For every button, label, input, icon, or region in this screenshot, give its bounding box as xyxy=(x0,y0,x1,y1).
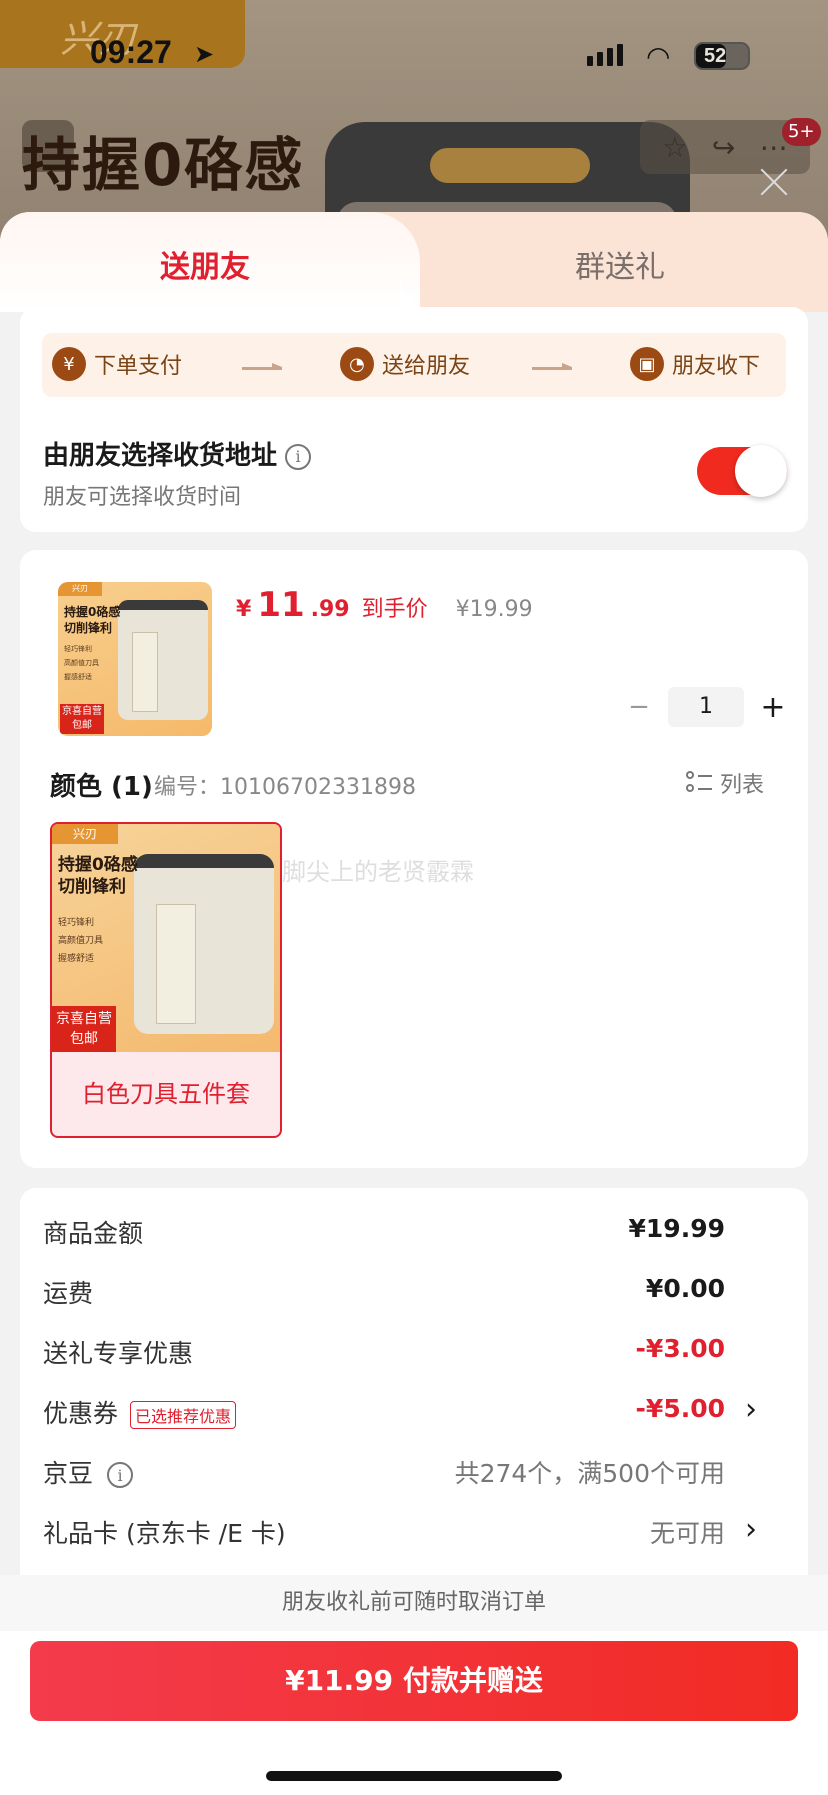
coupon-tag: 已选推荐优惠 xyxy=(130,1401,237,1429)
address-title-text: 由朋友选择收货地址 xyxy=(43,441,278,471)
increase-button[interactable]: + xyxy=(758,690,788,725)
gift-icon: ▣ xyxy=(630,347,664,381)
gift-flow-card: ¥ 下单支付 ◔ 送给朋友 ▣ 朋友收下 由朋友选择收货地址 i 朋友可选择收货时… xyxy=(20,307,808,532)
share-icon[interactable]: ↪ xyxy=(712,131,735,164)
fee-value: 共274个，满500个可用 xyxy=(454,1459,725,1488)
variant-image: 兴刃 持握0硌感 切削锋利 轻巧锋利 高颜值刀具 握感舒适 京喜自营 包邮 xyxy=(52,824,280,1052)
wifi-icon: ◠ xyxy=(646,40,671,73)
original-price: ¥19.99 xyxy=(455,597,533,622)
gift-sheet: 送朋友 群送礼 ¥ 下单支付 ◔ 送给朋友 ▣ 朋友收下 由朋友选择收货地址 i … xyxy=(0,212,828,1795)
step-send: ◔ 送给朋友 xyxy=(340,347,470,381)
thumb-headline: 持握0硌感 切削锋利 xyxy=(64,605,121,635)
fee-label-group: 京豆 i xyxy=(43,1454,134,1490)
wechat-icon: ◔ xyxy=(340,347,374,381)
spec-code: 编号：10106702331898 xyxy=(154,775,416,800)
tab-bar: 送朋友 群送礼 xyxy=(0,212,828,312)
variant-badge: 京喜自营 包邮 xyxy=(52,1006,116,1052)
fee-row-shipping: 运费 ¥0.00 xyxy=(43,1270,785,1310)
fee-value: ¥19.99 xyxy=(628,1214,725,1243)
product-thumbnail[interactable]: 兴刃 持握0硌感 切削锋利 轻巧锋利 高颜值刀具 握感舒适 京喜自营 包邮 xyxy=(58,582,212,736)
star-icon[interactable]: ☆ xyxy=(662,131,687,164)
fee-summary-card: 商品金额 ¥19.99 运费 ¥0.00 送礼专享优惠 -¥3.00 优惠券 已选… xyxy=(20,1188,808,1608)
quantity-value[interactable]: 1 xyxy=(668,687,744,727)
checkout-footer: 朋友收礼前可随时取消订单 ¥11.99 付款并赠送 xyxy=(0,1575,828,1795)
list-icon xyxy=(686,771,712,795)
fee-row-goods: 商品金额 ¥19.99 xyxy=(43,1210,785,1250)
thumb-badge: 京喜自营 包邮 xyxy=(60,704,104,734)
info-icon[interactable]: i xyxy=(285,443,312,470)
chevron-right-icon: › xyxy=(745,1512,757,1547)
home-indicator xyxy=(266,1771,562,1781)
location-arrow-icon: ➤ xyxy=(194,40,215,68)
variant-option[interactable]: 兴刃 持握0硌感 切削锋利 轻巧锋利 高颜值刀具 握感舒适 京喜自营 包邮 白色… xyxy=(50,822,282,1138)
price-symbol: ¥ xyxy=(236,597,252,622)
fee-row-jd-beans: 京豆 i 共274个，满500个可用 xyxy=(43,1450,785,1490)
step-receive-label: 朋友收下 xyxy=(672,354,761,379)
step-arrow-icon xyxy=(242,363,282,371)
price-row: ¥11.99 到手价 ¥19.99 xyxy=(236,585,533,625)
fee-value: -¥5.00 xyxy=(635,1394,725,1423)
fee-label: 运费 xyxy=(43,1279,94,1308)
spec-title: 颜色 (1) xyxy=(50,772,153,802)
battery-level: 52 xyxy=(704,45,727,67)
fee-label: 送礼专享优惠 xyxy=(43,1339,194,1368)
status-time: 09:27 xyxy=(90,34,172,70)
close-icon[interactable] xyxy=(756,164,792,200)
step-pay: ¥ 下单支付 xyxy=(52,347,182,381)
cellular-signal-icon xyxy=(587,44,623,66)
fee-row-gift-card[interactable]: 礼品卡 (京东卡 /E 卡) 无可用 › xyxy=(43,1510,785,1550)
status-bar: 09:27 ➤ ◠ 52 xyxy=(0,0,828,110)
fee-label: 商品金额 xyxy=(43,1219,144,1248)
fee-label: 京豆 xyxy=(43,1459,94,1488)
fee-label: 礼品卡 (京东卡 /E 卡) xyxy=(43,1519,286,1548)
tab-group-gift[interactable]: 群送礼 xyxy=(575,242,665,286)
chevron-right-icon: › xyxy=(745,1392,757,1427)
quantity-stepper: − 1 + xyxy=(624,687,788,727)
step-pay-label: 下单支付 xyxy=(94,354,183,379)
product-card: 兴刃 持握0硌感 切削锋利 轻巧锋利 高颜值刀具 握感舒适 京喜自营 包邮 ¥1… xyxy=(20,550,808,1168)
thumb-features: 轻巧锋利 高颜值刀具 握感舒适 xyxy=(64,645,99,681)
variant-brand: 兴刃 xyxy=(52,824,118,844)
yen-icon: ¥ xyxy=(52,347,86,381)
variant-headline: 持握0硌感 切削锋利 xyxy=(58,855,138,897)
price-integer: 11 xyxy=(257,585,305,625)
fee-label: 优惠券 xyxy=(43,1399,119,1428)
variant-features: 轻巧锋利 高颜值刀具 握感舒适 xyxy=(58,918,104,964)
background-headline: 持握0硌感 xyxy=(22,131,305,199)
decrease-button[interactable]: − xyxy=(624,692,654,722)
fee-value: -¥3.00 xyxy=(635,1334,725,1363)
battery-icon: 52 xyxy=(694,42,750,70)
info-icon[interactable]: i xyxy=(107,1462,134,1488)
step-receive: ▣ 朋友收下 xyxy=(630,347,760,381)
fee-value: ¥0.00 xyxy=(645,1274,725,1303)
address-option-title: 由朋友选择收货地址 i xyxy=(43,435,312,472)
cancel-note: 朋友收礼前可随时取消订单 xyxy=(0,1575,828,1631)
list-view-label: 列表 xyxy=(720,773,765,798)
notification-badge: 5+ xyxy=(782,118,821,146)
watermark-text: 脚尖上的老贤霰霖 xyxy=(282,858,474,886)
gift-flow-steps: ¥ 下单支付 ◔ 送给朋友 ▣ 朋友收下 xyxy=(42,333,786,397)
fee-row-coupon[interactable]: 优惠券 已选推荐优惠 -¥5.00 › xyxy=(43,1390,785,1430)
address-option-subtitle: 朋友可选择收货时间 xyxy=(43,485,242,510)
price-decimal: .99 xyxy=(310,597,350,622)
list-view-button[interactable]: 列表 xyxy=(686,767,764,799)
step-send-label: 送给朋友 xyxy=(382,354,471,379)
variant-label: 白色刀具五件套 xyxy=(82,1080,250,1108)
price-label: 到手价 xyxy=(361,597,428,622)
tab-send-friend[interactable]: 送朋友 xyxy=(160,242,250,286)
thumb-brand: 兴刃 xyxy=(58,582,102,596)
pay-and-gift-button[interactable]: ¥11.99 付款并赠送 xyxy=(30,1641,798,1721)
step-arrow-icon xyxy=(532,363,572,371)
fee-row-gift-discount: 送礼专享优惠 -¥3.00 xyxy=(43,1330,785,1370)
address-toggle[interactable] xyxy=(697,445,787,497)
fee-label-group: 优惠券 已选推荐优惠 xyxy=(43,1394,237,1430)
fee-value: 无可用 xyxy=(649,1519,725,1548)
